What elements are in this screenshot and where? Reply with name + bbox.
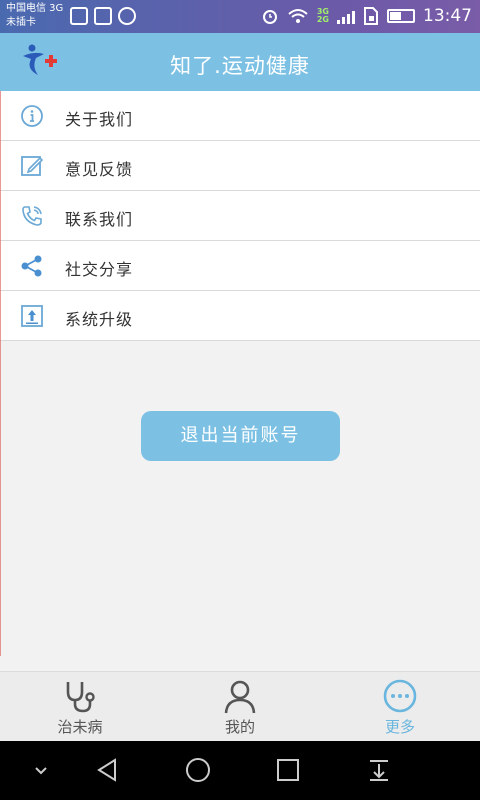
carrier-info: 中国电信 3G 未插卡 <box>6 2 63 30</box>
system-nav-bar <box>0 741 480 800</box>
page-title: 知了.运动健康 <box>170 54 310 78</box>
tab-prevention[interactable]: 治未病 <box>0 672 160 742</box>
tab-label: 更多 <box>384 718 415 736</box>
tab-label: 我的 <box>224 718 255 736</box>
network-type: 3G 2G <box>317 8 329 24</box>
share-icon <box>21 255 42 277</box>
menu-item-share[interactable]: 社交分享 <box>0 241 480 291</box>
tab-more[interactable]: 更多 <box>320 672 480 742</box>
settings-menu: 关于我们 意见反馈 联系我们 社交分享 系统升级 <box>0 91 480 341</box>
home-icon[interactable] <box>183 755 213 785</box>
menu-item-label: 联系我们 <box>65 210 134 229</box>
tab-mine[interactable]: 我的 <box>160 672 320 742</box>
clock: 13:47 <box>423 6 472 26</box>
recents-icon[interactable] <box>273 755 303 785</box>
menu-item-about[interactable]: 关于我们 <box>0 91 480 141</box>
menu-item-label: 系统升级 <box>65 310 134 329</box>
sim-icon <box>364 7 378 25</box>
more-icon <box>383 679 417 713</box>
menu-item-label: 社交分享 <box>65 260 134 279</box>
menu-item-label: 意见反馈 <box>65 160 134 179</box>
user-icon <box>224 680 256 714</box>
sim-status: 未插卡 <box>6 17 36 28</box>
app-notification-icon <box>94 7 112 25</box>
menu-item-upgrade[interactable]: 系统升级 <box>0 291 480 341</box>
battery-icon <box>387 9 415 23</box>
upgrade-icon <box>21 305 43 327</box>
logout-button[interactable]: 退出当前账号 <box>141 411 340 461</box>
tab-label: 治未病 <box>57 718 103 736</box>
system-icons: 3G 2G 13:47 <box>261 6 472 26</box>
edit-icon <box>21 156 44 176</box>
menu-item-feedback[interactable]: 意见反馈 <box>0 141 480 191</box>
alarm-icon <box>262 10 277 24</box>
phone-icon <box>22 206 42 226</box>
menu-item-contact[interactable]: 联系我们 <box>0 191 480 241</box>
network-2g: 2G <box>316 15 329 24</box>
menu-item-label: 关于我们 <box>65 110 134 129</box>
edge-divider <box>0 91 1 656</box>
wifi-icon <box>288 9 308 23</box>
stethoscope-icon <box>66 682 95 713</box>
chevron-down-icon[interactable] <box>26 755 56 785</box>
notification-pull-icon[interactable] <box>364 755 394 785</box>
back-icon[interactable] <box>93 755 123 785</box>
carrier-name: 中国电信 3G <box>6 3 64 14</box>
bottom-tab-bar: 治未病 我的 更多 <box>0 671 480 742</box>
sync-icon <box>118 7 136 25</box>
signal-icon <box>337 8 355 24</box>
info-icon <box>21 105 43 127</box>
status-bar: 中国电信 3G 未插卡 3G 2G 13:47 <box>0 0 480 33</box>
image-notification-icon <box>70 7 88 25</box>
notification-icons <box>70 7 136 25</box>
title-bar: 知了.运动健康 <box>0 33 480 91</box>
